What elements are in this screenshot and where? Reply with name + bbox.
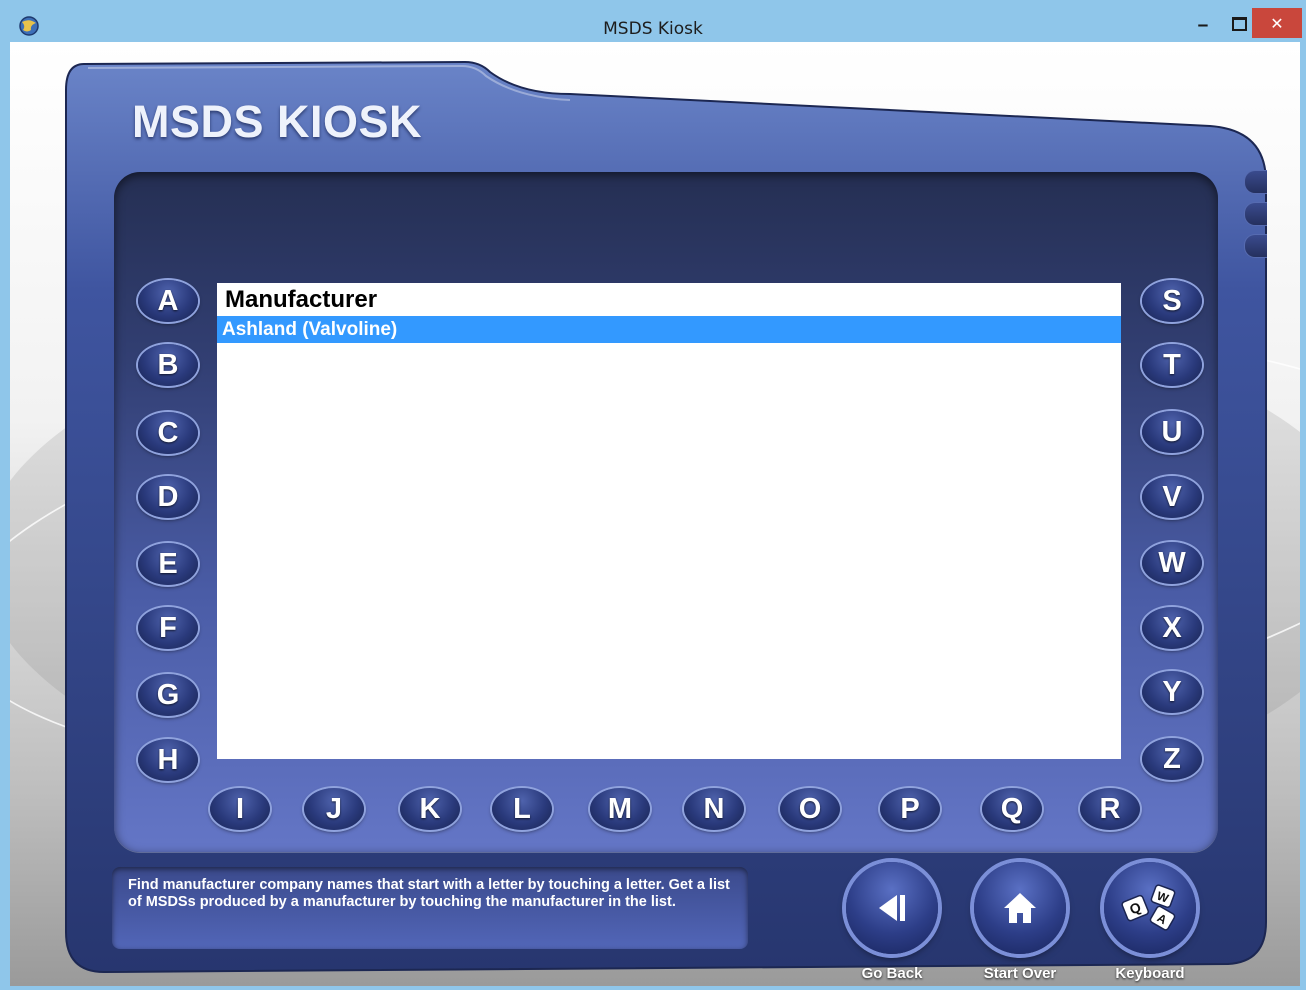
letter-button-e[interactable]: E bbox=[138, 543, 198, 585]
letter-button-r[interactable]: R bbox=[1080, 788, 1140, 830]
side-notch bbox=[1244, 202, 1267, 226]
letter-button-y[interactable]: Y bbox=[1142, 671, 1202, 713]
kiosk-title: MSDS KIOSK bbox=[132, 96, 423, 147]
window-frame-right bbox=[1300, 42, 1306, 990]
letter-button-b[interactable]: B bbox=[138, 344, 198, 386]
letter-button-t[interactable]: T bbox=[1142, 344, 1202, 386]
close-button[interactable]: ✕ bbox=[1252, 8, 1302, 38]
start-over-label: Start Over bbox=[983, 965, 1057, 982]
start-over-button[interactable] bbox=[974, 862, 1066, 954]
letter-button-n[interactable]: N bbox=[684, 788, 744, 830]
list-header: Manufacturer bbox=[225, 286, 378, 313]
letter-button-k[interactable]: K bbox=[400, 788, 460, 830]
side-notch bbox=[1244, 170, 1267, 194]
letter-button-w[interactable]: W bbox=[1142, 542, 1202, 584]
side-notch bbox=[1244, 234, 1267, 258]
letter-button-i[interactable]: I bbox=[210, 788, 270, 830]
letter-button-u[interactable]: U bbox=[1142, 411, 1202, 453]
manufacturer-list[interactable]: Manufacturer Ashland (Valvoline) bbox=[217, 283, 1121, 759]
maximize-icon bbox=[1231, 17, 1247, 31]
letter-button-l[interactable]: L bbox=[492, 788, 552, 830]
letter-button-x[interactable]: X bbox=[1142, 607, 1202, 649]
letter-button-z[interactable]: Z bbox=[1142, 738, 1202, 780]
list-item-selected[interactable]: Ashland (Valvoline) bbox=[217, 316, 1121, 343]
letter-button-d[interactable]: D bbox=[138, 476, 198, 518]
window-frame-bottom bbox=[0, 986, 1306, 990]
back-arrow-icon bbox=[879, 895, 905, 921]
kiosk-client-area: MSDS KIOSK Manufacturer Ashland (Valvoli… bbox=[10, 42, 1300, 986]
letter-button-j[interactable]: J bbox=[304, 788, 364, 830]
letter-button-o[interactable]: O bbox=[780, 788, 840, 830]
letter-button-s[interactable]: S bbox=[1142, 280, 1202, 322]
window-frame-left bbox=[0, 42, 10, 990]
letter-button-a[interactable]: A bbox=[138, 280, 198, 322]
home-icon bbox=[1004, 893, 1036, 923]
letter-button-h[interactable]: H bbox=[138, 739, 198, 781]
letter-button-f[interactable]: F bbox=[138, 607, 198, 649]
go-back-label: Go Back bbox=[861, 965, 923, 982]
letter-button-q[interactable]: Q bbox=[982, 788, 1042, 830]
keyboard-icon: Q W A bbox=[1121, 884, 1176, 931]
letter-button-g[interactable]: G bbox=[138, 674, 198, 716]
letter-button-v[interactable]: V bbox=[1142, 476, 1202, 518]
window-title: MSDS Kiosk bbox=[603, 19, 703, 39]
keyboard-label: Keyboard bbox=[1115, 965, 1185, 982]
keyboard-button[interactable]: Q W A bbox=[1104, 862, 1196, 954]
go-back-button[interactable] bbox=[846, 862, 938, 954]
instructions-panel: Find manufacturer company names that sta… bbox=[112, 867, 748, 949]
letter-button-c[interactable]: C bbox=[138, 412, 198, 454]
letter-button-p[interactable]: P bbox=[880, 788, 940, 830]
title-bar: MSDS Kiosk ‒ ✕ bbox=[0, 0, 1306, 42]
letter-button-m[interactable]: M bbox=[590, 788, 650, 830]
instructions-text: Find manufacturer company names that sta… bbox=[128, 877, 730, 910]
